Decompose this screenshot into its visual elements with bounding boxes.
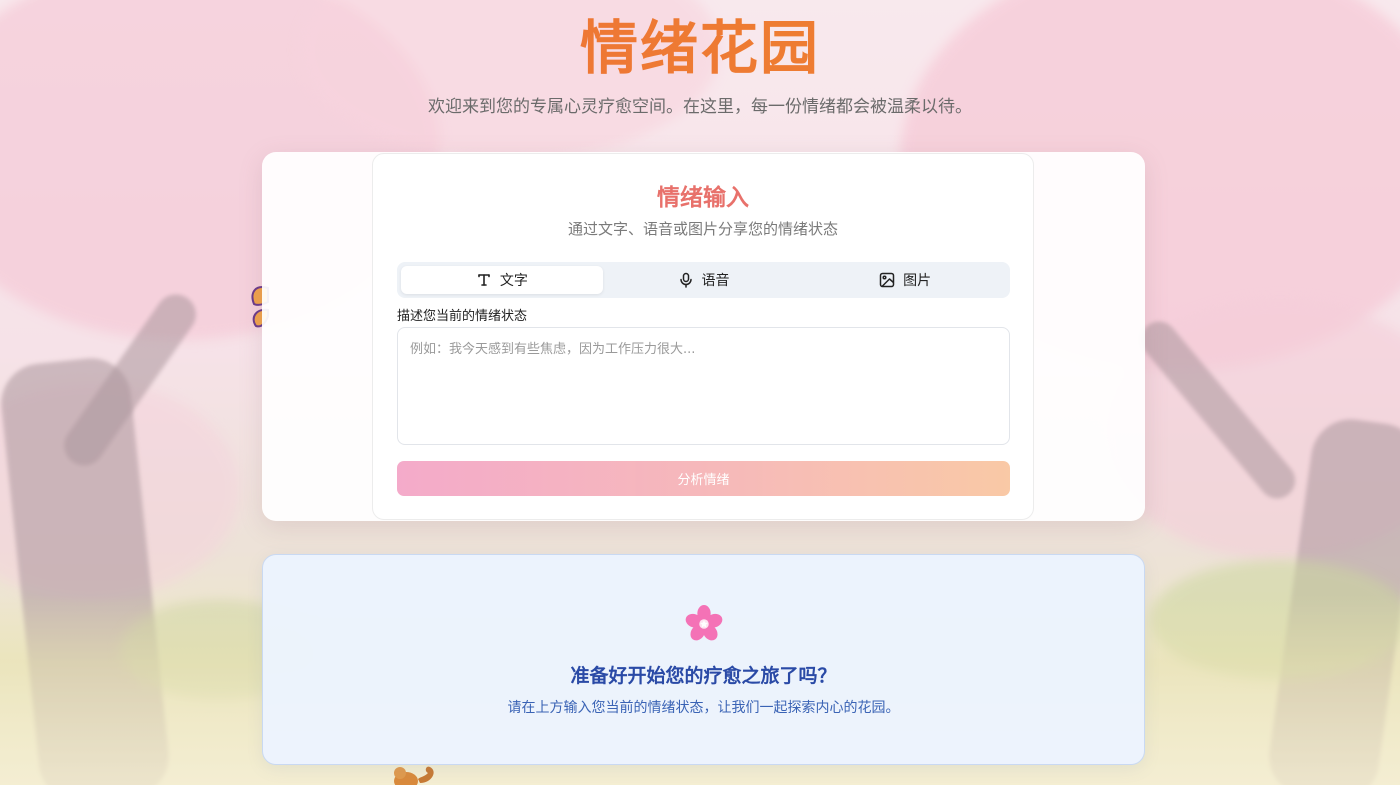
welcome-title: 准备好开始您的疗愈之旅了吗？: [570, 665, 837, 687]
input-mode-tabs: 文字 语音 图片: [397, 262, 1010, 298]
tab-text-label: 文字: [499, 273, 528, 289]
image-icon: [879, 272, 895, 288]
tab-voice-label: 语音: [701, 273, 730, 289]
welcome-card: 准备好开始您的疗愈之旅了吗？ 请在上方输入您当前的情绪状态，让我们一起探索内心的…: [262, 554, 1145, 765]
tab-text[interactable]: 文字: [401, 266, 603, 294]
cherry-blossom-icon: [685, 605, 723, 641]
tab-voice[interactable]: 语音: [603, 266, 805, 294]
card-title: 情绪输入: [657, 185, 749, 211]
squirrel-icon: [394, 766, 434, 785]
analyze-emotion-button[interactable]: 分析情绪: [397, 461, 1010, 496]
emotion-input-card: 情绪输入 通过文字、语音或图片分享您的情绪状态 文字 语音 图片 描述您当前的情…: [372, 153, 1034, 520]
app-title: 情绪花园: [0, 12, 1400, 84]
card-subtitle: 通过文字、语音或图片分享您的情绪状态: [567, 220, 838, 238]
welcome-text: 请在上方输入您当前的情绪状态，让我们一起探索内心的花园。: [507, 700, 900, 716]
tab-image[interactable]: 图片: [804, 266, 1006, 294]
app-subtitle: 欢迎来到您的专属心灵疗愈空间。在这里，每一份情绪都会被温柔以待。: [428, 97, 972, 117]
microphone-icon: [679, 272, 692, 288]
emotion-textarea[interactable]: [397, 327, 1010, 445]
text-icon: [478, 274, 490, 286]
tab-image-label: 图片: [903, 273, 932, 289]
emotion-field-label: 描述您当前的情绪状态: [397, 309, 528, 324]
